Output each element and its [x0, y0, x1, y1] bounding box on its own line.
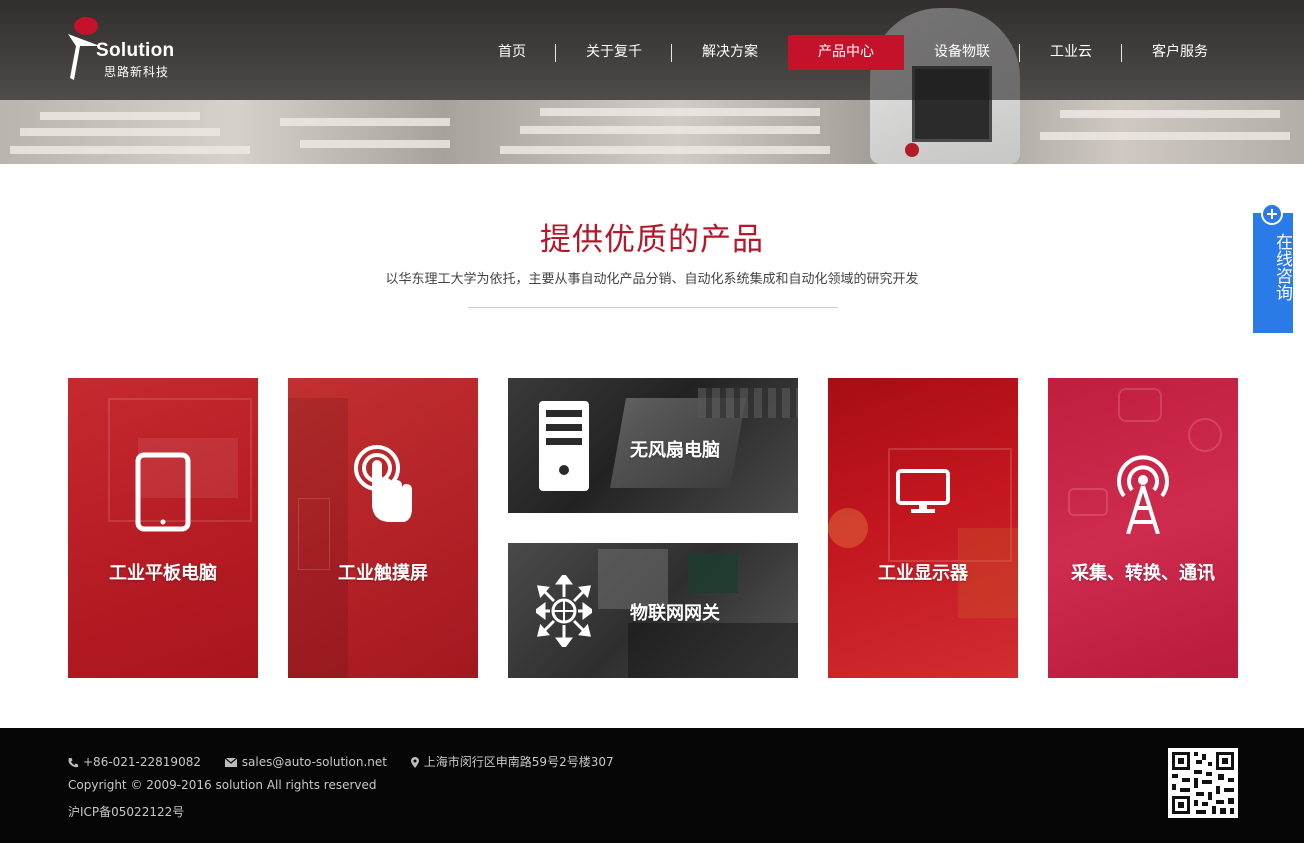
nav-item-home[interactable]: 首页 [486, 35, 538, 70]
product-card-data-comm[interactable]: 采集、转换、通讯 [1048, 378, 1238, 678]
product-card-iot-gateway[interactable]: 物联网网关 [508, 543, 798, 678]
section-title: 提供优质的产品 [540, 222, 764, 258]
tablet-icon [135, 452, 191, 532]
nav-item-products[interactable]: 产品中心 [788, 35, 904, 70]
product-card-fanless-pc[interactable]: 无风扇电脑 [508, 378, 798, 513]
nav-item-solutions[interactable]: 解决方案 [690, 35, 770, 70]
product-card-touchscreen[interactable]: 工业触摸屏 [288, 378, 478, 678]
nav-item-about[interactable]: 关于复千 [574, 35, 654, 70]
nav-divider [671, 44, 672, 62]
online-consult-label: 在线咨询 [1272, 233, 1292, 301]
footer-email[interactable]: sales@auto-solution.net [242, 755, 387, 769]
plus-icon [1261, 203, 1283, 225]
nav-item-iot[interactable]: 设备物联 [922, 35, 1002, 70]
product-card-label: 物联网网关 [630, 603, 720, 624]
section-divider [468, 307, 838, 308]
header-banner: Solution 思路新科技 首页 关于复千 解决方案 产品中心 设备物联 工业… [0, 0, 1304, 164]
logo-name-cn: 思路新科技 [104, 65, 170, 79]
product-card-tablet[interactable]: 工业平板电脑 [68, 378, 258, 678]
footer-icp[interactable]: 沪ICP备05022122号 [68, 803, 184, 820]
location-pin-icon [410, 757, 419, 768]
logo-wordmark: Solution [96, 40, 175, 61]
section-subtitle: 以华东理工大学为依托，主要从事自动化产品分销、自动化系统集成和自动化领域的研究开… [385, 272, 919, 287]
nav-item-service[interactable]: 客户服务 [1140, 35, 1220, 70]
product-card-label: 采集、转换、通讯 [1071, 563, 1215, 584]
nav-divider [1019, 44, 1020, 62]
footer-phone: +86-021-22819082 [83, 755, 201, 769]
phone-icon [68, 758, 78, 768]
nav-item-cloud[interactable]: 工业云 [1038, 35, 1104, 70]
footer-contact-row: +86-021-22819082 sales@auto-solution.net… [68, 753, 634, 770]
email-icon [224, 758, 237, 767]
product-card-label: 工业平板电脑 [109, 563, 217, 584]
touch-icon [354, 445, 412, 522]
nav-divider [555, 44, 556, 62]
nav-divider [1121, 44, 1122, 62]
qr-code-icon [1168, 748, 1238, 818]
footer-address: 上海市闵行区申南路59号2号楼307 [423, 755, 614, 769]
signal-tower-icon [1117, 455, 1169, 534]
product-card-monitor[interactable]: 工业显示器 [828, 378, 1018, 678]
monitor-icon [896, 469, 950, 513]
product-card-label: 工业触摸屏 [338, 563, 428, 584]
product-card-label: 工业显示器 [878, 563, 968, 584]
logo[interactable]: Solution 思路新科技 [66, 16, 186, 82]
footer: +86-021-22819082 sales@auto-solution.net… [0, 728, 1304, 843]
product-card-label: 无风扇电脑 [630, 440, 720, 461]
online-consult-button[interactable]: 在线咨询 [1253, 203, 1293, 333]
footer-copyright: Copyright © 2009-2016 solution All right… [68, 778, 377, 792]
